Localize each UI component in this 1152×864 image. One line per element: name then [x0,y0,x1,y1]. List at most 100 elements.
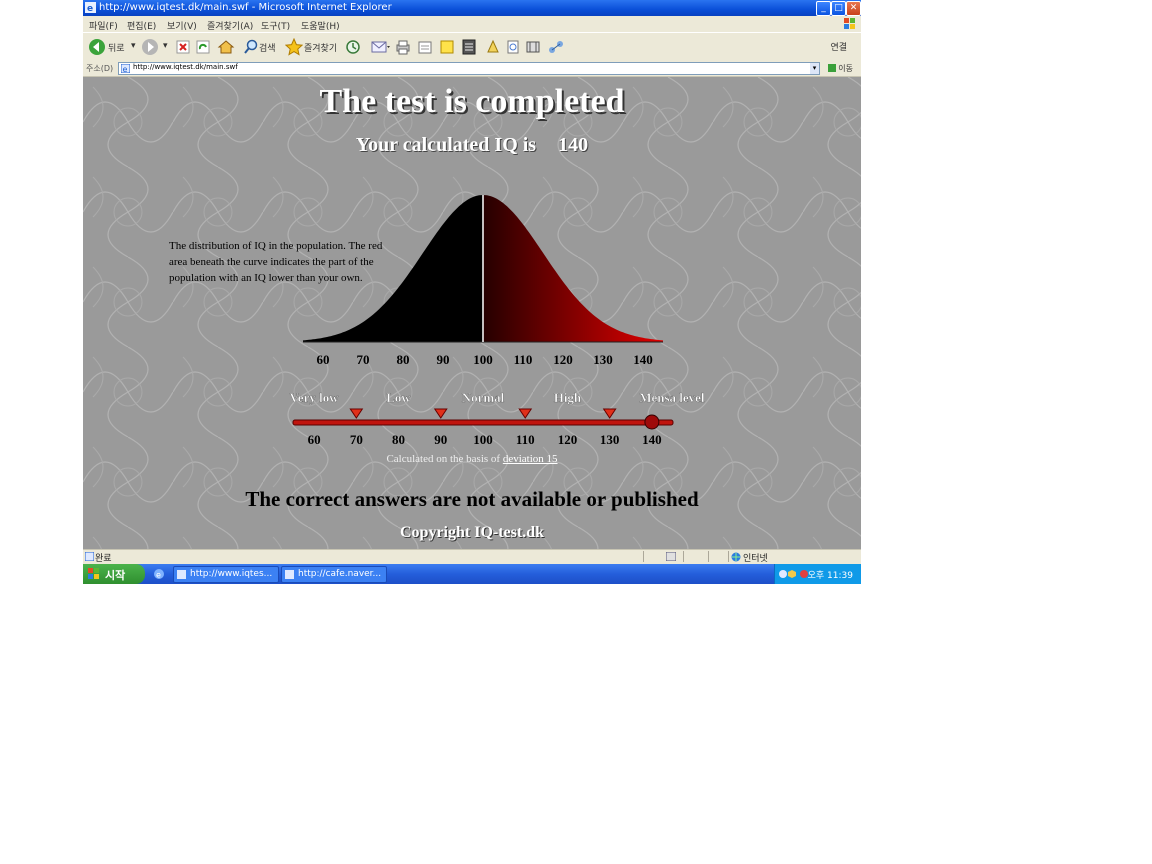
address-dropdown-icon[interactable]: ▾ [810,63,819,74]
home-button[interactable] [217,38,235,56]
iq-prefix: Your calculated IQ is [355,134,537,156]
iq-level-scale: Very low Low Normal High Mensa level 60 70 80 9… [289,390,705,447]
deviation-link[interactable]: deviation 15 [503,453,558,465]
edit-page-icon [418,41,432,54]
copyright-link[interactable]: Copyright IQ-test.dk [83,524,861,542]
addon-button[interactable] [525,38,541,56]
print-icon [396,40,410,55]
close-button[interactable]: ✕ [846,1,861,16]
level-boundary-marker [433,408,448,419]
go-button[interactable]: 이동 [827,63,853,74]
menu-edit[interactable]: 편집(E) [127,19,156,32]
iq-result: Your calculated IQ is 140 [83,134,861,157]
svg-text:e: e [87,4,93,13]
status-panel-icon [666,552,676,561]
research-icon [462,39,476,55]
forward-arrow-icon [142,39,158,55]
messenger-button[interactable] [485,38,501,56]
go-arrow-icon [827,64,836,72]
scale-tick-label: 130 [600,432,620,447]
start-button[interactable]: 시작 [83,564,145,584]
back-arrow-icon [89,39,105,55]
x-tick-label: 130 [593,352,613,367]
task-naver[interactable]: http://cafe.naver... [281,566,387,583]
x-tick-label: 80 [397,352,410,367]
scale-tick-label: 70 [350,432,363,447]
browser-window: e http://www.iqtest.dk/main.swf - Micros… [83,0,861,584]
print-button[interactable] [395,38,411,56]
tools-button[interactable] [505,38,521,56]
menu-file[interactable]: 파일(F) [89,19,118,32]
mail-icon [371,41,390,53]
research-button[interactable] [461,38,477,56]
links-label[interactable]: 연결 [830,40,847,53]
task-iqtest[interactable]: http://www.iqtes... [173,566,279,583]
forward-button[interactable] [141,38,159,56]
start-label: 시작 [105,569,126,582]
back-button[interactable] [88,38,106,56]
favorites-button[interactable] [285,38,303,56]
tray-icons[interactable] [779,569,811,579]
address-url: http://www.iqtest.dk/main.swf [133,63,238,71]
history-button[interactable] [345,38,361,56]
history-icon [346,40,360,54]
svg-text:e: e [156,571,161,580]
go-label: 이동 [838,64,853,73]
maximize-button[interactable]: □ [831,1,846,16]
level-label: Very low [290,390,340,405]
ie-logo-icon: e [85,2,96,13]
toolbar: 뒤로 ▾ ▾ 검색 즐겨찾기 연결 [83,32,861,62]
task-iqtest-label: http://www.iqtes... [190,569,273,579]
address-input[interactable]: e http://www.iqtest.dk/main.swf ▾ [118,62,820,75]
refresh-icon [196,40,210,54]
scale-tick-label: 90 [434,432,447,447]
address-label: 주소(D) [86,64,114,73]
level-label: Mensa level [639,390,705,405]
basis-text: Calculated on the basis of [386,453,501,465]
x-axis-ticks: 60 70 80 90 100 110 120 130 140 [317,352,653,367]
status-bar: 완료 인터넷 [83,549,861,564]
mail-button[interactable] [371,38,391,56]
favorites-label: 즐겨찾기 [304,44,338,54]
search-icon [244,39,258,54]
menu-view[interactable]: 보기(V) [167,19,197,32]
status-page-icon [85,552,94,561]
windows-flag-icon [88,568,99,579]
status-divider [728,551,729,562]
x-tick-label: 70 [357,352,370,367]
addon-icon [526,41,540,53]
page-icon [507,40,519,54]
page-favicon-icon: e [121,64,130,73]
title-bar[interactable]: e http://www.iqtest.dk/main.swf - Micros… [83,0,861,16]
scale-tick-label: 120 [558,432,578,447]
scale-tick-label: 140 [642,432,662,447]
level-boundary-marker [349,408,364,419]
minimize-button[interactable]: _ [816,1,831,16]
level-boundary-marker [518,408,533,419]
answers-notice: The correct answers are not available or… [245,487,699,511]
network-icon [549,41,563,53]
refresh-button[interactable] [195,38,211,56]
note-icon [440,40,454,54]
x-tick-label: 140 [633,352,653,367]
scale-tick-label: 80 [392,432,405,447]
extra-button[interactable] [547,38,565,56]
menu-favorites[interactable]: 즐겨찾기(A) [207,19,253,32]
status-divider [708,551,709,562]
menu-tools[interactable]: 도구(T) [261,19,290,32]
task-ie-icon [177,570,186,579]
forward-dropdown-icon[interactable]: ▾ [163,41,168,51]
task-ie-icon [285,570,294,579]
user-iq-marker [644,414,660,430]
home-icon [217,40,235,54]
edit-button[interactable] [417,38,433,56]
back-dropdown-icon[interactable]: ▾ [131,41,136,51]
calculation-basis: Calculated on the basis of deviation 15 [83,453,861,465]
quicklaunch-ie-icon[interactable]: e [153,568,165,580]
stop-button[interactable] [175,38,191,56]
menu-help[interactable]: 도움말(H) [301,19,340,32]
clock[interactable]: 오후 11:39 [808,568,853,581]
level-label: Low [386,390,411,405]
discuss-button[interactable] [439,38,455,56]
search-button[interactable] [243,38,259,56]
